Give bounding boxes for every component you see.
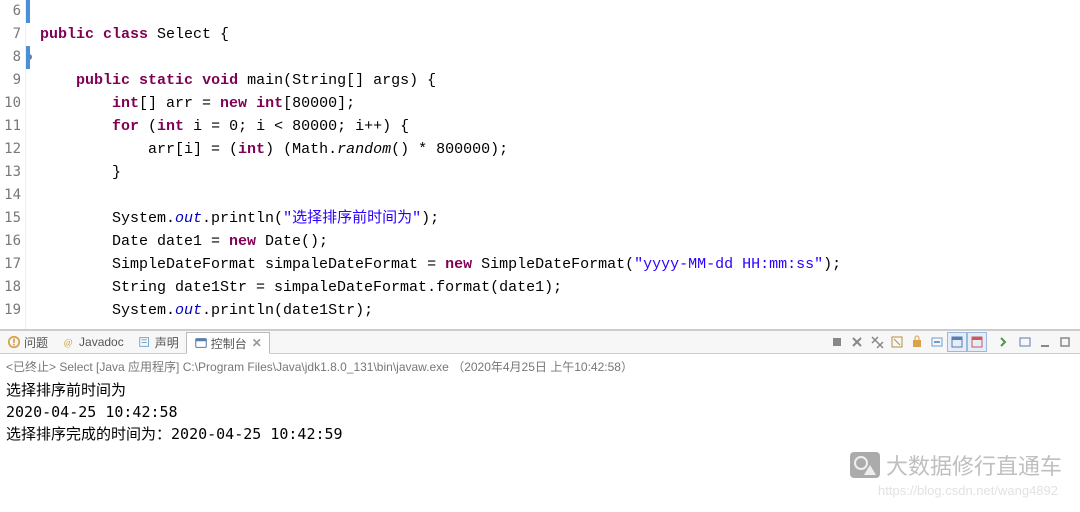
watermark-text: 大数据修行直通车 xyxy=(886,449,1062,481)
tab-label: 控制台 xyxy=(211,335,247,352)
problems-icon xyxy=(7,335,21,349)
remove-all-button[interactable] xyxy=(868,333,886,351)
close-icon[interactable]: ✕ xyxy=(252,336,262,350)
open-console-button[interactable] xyxy=(996,333,1014,351)
watermark-url: https://blog.csdn.net/wang4892 xyxy=(878,483,1058,498)
show-console-on-err-button[interactable] xyxy=(968,333,986,351)
clear-button[interactable] xyxy=(888,333,906,351)
console-icon xyxy=(194,336,208,350)
console-line: 选择排序完成的时间为：2020-04-25 10:42:59 xyxy=(6,423,1074,445)
line-number: 11 xyxy=(0,115,21,138)
line-number: 16 xyxy=(0,230,21,253)
display-selected-button[interactable] xyxy=(1016,333,1034,351)
line-number-gutter: 6 7 8 9 10 11 12 13 14 15 16 17 18 19 xyxy=(0,0,26,329)
line-number: 19 xyxy=(0,299,21,322)
javadoc-icon: @ xyxy=(62,335,76,349)
console-output: 选择排序前时间为 2020-04-25 10:42:58 选择排序完成的时间为：… xyxy=(6,379,1074,445)
console-pane[interactable]: <已终止> Select [Java 应用程序] C:\Program File… xyxy=(0,354,1080,449)
line-number: 13 xyxy=(0,161,21,184)
line-number: 8 xyxy=(0,46,21,69)
code-area[interactable]: public class Select { public static void… xyxy=(26,0,1080,329)
line-number: 15 xyxy=(0,207,21,230)
remove-launch-button[interactable] xyxy=(848,333,866,351)
line-number: 18 xyxy=(0,276,21,299)
minimize-button[interactable] xyxy=(1036,333,1054,351)
show-console-on-out-button[interactable] xyxy=(948,333,966,351)
code-editor[interactable]: 6 7 8 9 10 11 12 13 14 15 16 17 18 19 pu… xyxy=(0,0,1080,330)
line-number: 17 xyxy=(0,253,21,276)
tab-declaration[interactable]: 声明 xyxy=(131,331,186,353)
line-number: 6 xyxy=(0,0,21,23)
pin-button[interactable] xyxy=(928,333,946,351)
maximize-button[interactable] xyxy=(1056,333,1074,351)
line-number: 12 xyxy=(0,138,21,161)
declaration-icon xyxy=(138,335,152,349)
svg-text:@: @ xyxy=(64,338,73,349)
tab-label: 声明 xyxy=(155,334,179,351)
line-number: 7 xyxy=(0,23,21,46)
console-status: <已终止> Select [Java 应用程序] C:\Program File… xyxy=(6,358,1074,375)
line-number: 10 xyxy=(0,92,21,115)
terminate-button[interactable] xyxy=(828,333,846,351)
scroll-lock-button[interactable] xyxy=(908,333,926,351)
watermark-icon xyxy=(850,452,880,478)
change-bar xyxy=(26,0,30,329)
console-line: 2020-04-25 10:42:58 xyxy=(6,401,1074,423)
line-number: 14 xyxy=(0,184,21,207)
tab-javadoc[interactable]: @ Javadoc xyxy=(55,331,131,353)
tab-label: Javadoc xyxy=(79,335,124,349)
tab-console[interactable]: 控制台 ✕ xyxy=(186,332,270,354)
bottom-tabs-bar: 问题 @ Javadoc 声明 控制台 ✕ xyxy=(0,330,1080,354)
line-number: 9 xyxy=(0,69,21,92)
watermark: 大数据修行直通车 https://blog.csdn.net/wang4892 xyxy=(850,449,1062,498)
console-line: 选择排序前时间为 xyxy=(6,379,1074,401)
console-toolbar xyxy=(828,333,1080,351)
